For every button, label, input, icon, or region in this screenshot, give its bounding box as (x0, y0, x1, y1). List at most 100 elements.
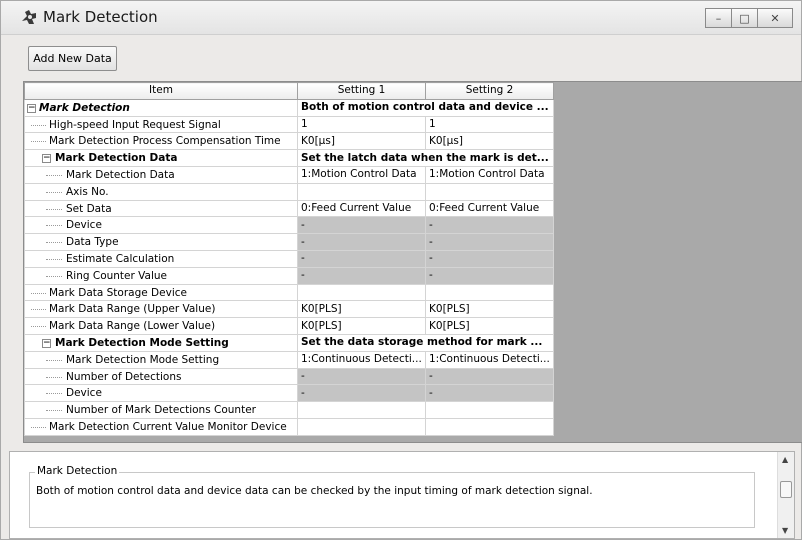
settings-grid-area: Item Setting 1 Setting 2 − Mark Detection… (23, 81, 802, 443)
setting-1-cell[interactable]: 1:Motion Control Data (297, 165, 426, 184)
tree-connector (46, 208, 62, 210)
row-item-cell[interactable]: Number of Detections (24, 367, 298, 386)
row-item-cell[interactable]: Data Type (24, 233, 298, 251)
setting-2-cell[interactable]: K0[PLS] (425, 300, 554, 319)
row-item-cell[interactable]: − Mark Detection Data (24, 149, 298, 167)
table-row[interactable]: Mark Detection Data 1:Motion Control Data… (24, 165, 554, 184)
row-item-cell[interactable]: Device (24, 216, 298, 235)
setting-2-cell[interactable] (425, 283, 554, 302)
collapse-icon[interactable]: − (27, 103, 36, 113)
setting-1-cell[interactable] (297, 182, 426, 201)
row-item-cell[interactable]: Device (24, 384, 298, 403)
table-row[interactable]: Ring Counter Value - - (24, 266, 554, 285)
row-item-cell[interactable]: Mark Detection Data (24, 165, 298, 184)
setting-2-cell[interactable]: K0[PLS] (425, 317, 554, 335)
row-item-cell[interactable]: Mark Detection Process Compensation Time (24, 132, 298, 151)
setting-1-cell[interactable]: 0:Feed Current Value (297, 199, 426, 218)
table-row[interactable]: − Mark Detection Mode Setting Set the data… (24, 333, 554, 352)
setting-2-cell[interactable] (425, 401, 554, 419)
setting-2-cell[interactable]: 1 (425, 115, 554, 134)
row-item-label: Estimate Calculation (66, 252, 175, 265)
description-scrollbar[interactable]: ▲ ▼ (777, 452, 794, 538)
table-row[interactable]: Device - - (24, 384, 554, 403)
table-row[interactable]: Estimate Calculation - - (24, 249, 554, 268)
setting-1-cell[interactable]: K0[PLS] (297, 317, 426, 335)
settings-grid: Item Setting 1 Setting 2 − Mark Detection… (24, 82, 554, 436)
setting-2-cell: - (425, 367, 554, 386)
setting-1-cell[interactable]: 1 (297, 115, 426, 134)
table-row[interactable]: Data Type - - (24, 233, 554, 251)
collapse-icon[interactable]: − (42, 338, 51, 348)
tree-connector (31, 141, 46, 143)
setting-1-cell[interactable] (297, 283, 426, 302)
grid-header-row: Item Setting 1 Setting 2 (24, 82, 554, 100)
setting-2-cell: - (425, 216, 554, 235)
row-item-cell[interactable]: Estimate Calculation (24, 249, 298, 268)
setting-1-cell[interactable] (297, 417, 426, 436)
column-header-setting-2[interactable]: Setting 2 (425, 82, 554, 100)
setting-1-cell[interactable]: 1:Continuous Detecti... (297, 350, 426, 369)
setting-1-cell[interactable]: K0[µs] (297, 132, 426, 151)
row-item-cell[interactable]: Mark Detection Current Value Monitor Dev… (24, 417, 298, 436)
table-row[interactable]: High-speed Input Request Signal 1 1 (24, 115, 554, 134)
setting-1-cell: - (297, 233, 426, 251)
table-row[interactable]: Mark Detection Current Value Monitor Dev… (24, 417, 554, 436)
row-item-cell[interactable]: High-speed Input Request Signal (24, 115, 298, 134)
table-row[interactable]: Set Data 0:Feed Current Value 0:Feed Curre… (24, 199, 554, 218)
setting-2-cell: - (425, 266, 554, 285)
tree-connector (46, 258, 62, 260)
setting-1-cell: - (297, 384, 426, 403)
table-row[interactable]: Number of Detections - - (24, 367, 554, 386)
setting-1-cell: - (297, 367, 426, 386)
setting-2-cell[interactable]: 0:Feed Current Value (425, 199, 554, 218)
row-item-label: Mark Detection Data (66, 168, 175, 181)
row-item-cell[interactable]: Set Data (24, 199, 298, 218)
table-row[interactable]: Mark Detection Mode Setting 1:Continuous … (24, 350, 554, 369)
table-row[interactable]: Mark Detection Process Compensation Time… (24, 132, 554, 151)
add-new-data-button[interactable]: Add New Data (28, 46, 117, 71)
title-bar: Mark Detection – □ ✕ (1, 1, 801, 35)
table-row[interactable]: Mark Data Storage Device (24, 283, 554, 302)
setting-2-cell[interactable]: K0[µs] (425, 132, 554, 151)
setting-2-cell[interactable] (425, 182, 554, 201)
scroll-thumb[interactable] (780, 481, 792, 498)
row-item-cell[interactable]: Mark Detection Mode Setting (24, 350, 298, 369)
scroll-down-icon[interactable]: ▼ (782, 526, 788, 535)
collapse-icon[interactable]: − (42, 154, 51, 164)
table-row[interactable]: − Mark Detection Data Set the latch data w… (24, 149, 554, 167)
setting-2-cell[interactable] (425, 417, 554, 436)
setting-1-cell[interactable] (297, 401, 426, 419)
tree-connector (46, 191, 62, 193)
column-header-item[interactable]: Item (24, 82, 298, 100)
row-item-cell[interactable]: − Mark Detection Mode Setting (24, 333, 298, 352)
row-item-cell[interactable]: Mark Data Range (Lower Value) (24, 317, 298, 335)
tree-connector (31, 292, 46, 294)
setting-1-cell: - (297, 249, 426, 268)
setting-2-cell[interactable]: 1:Motion Control Data (425, 165, 554, 184)
row-item-cell[interactable]: Mark Data Range (Upper Value) (24, 300, 298, 319)
row-item-cell[interactable]: Axis No. (24, 182, 298, 201)
table-row[interactable]: Mark Data Range (Lower Value) K0[PLS] K0[P… (24, 317, 554, 335)
minimize-button[interactable]: – (705, 8, 732, 28)
row-item-cell[interactable]: Number of Mark Detections Counter (24, 401, 298, 419)
row-item-cell[interactable]: − Mark Detection (24, 98, 298, 117)
scroll-up-icon[interactable]: ▲ (782, 455, 788, 464)
table-row[interactable]: Mark Data Range (Upper Value) K0[PLS] K0[P… (24, 300, 554, 319)
tree-connector (31, 326, 46, 328)
table-row[interactable]: Device - - (24, 216, 554, 235)
close-button[interactable]: ✕ (757, 8, 793, 28)
tree-connector (31, 426, 46, 428)
maximize-button[interactable]: □ (731, 8, 758, 28)
tree-connector (46, 242, 62, 244)
row-item-label: Mark Detection Mode Setting (66, 353, 220, 366)
row-item-cell[interactable]: Ring Counter Value (24, 266, 298, 285)
setting-1-cell[interactable]: K0[PLS] (297, 300, 426, 319)
table-row[interactable]: Number of Mark Detections Counter (24, 401, 554, 419)
table-row[interactable]: Axis No. (24, 182, 554, 201)
row-item-label: Data Type (66, 236, 119, 249)
column-header-setting-1[interactable]: Setting 1 (297, 82, 426, 100)
table-row[interactable]: − Mark Detection Both of motion control da… (24, 98, 554, 117)
setting-1-cell: - (297, 266, 426, 285)
setting-2-cell[interactable]: 1:Continuous Detecti... (425, 350, 554, 369)
row-item-cell[interactable]: Mark Data Storage Device (24, 283, 298, 302)
